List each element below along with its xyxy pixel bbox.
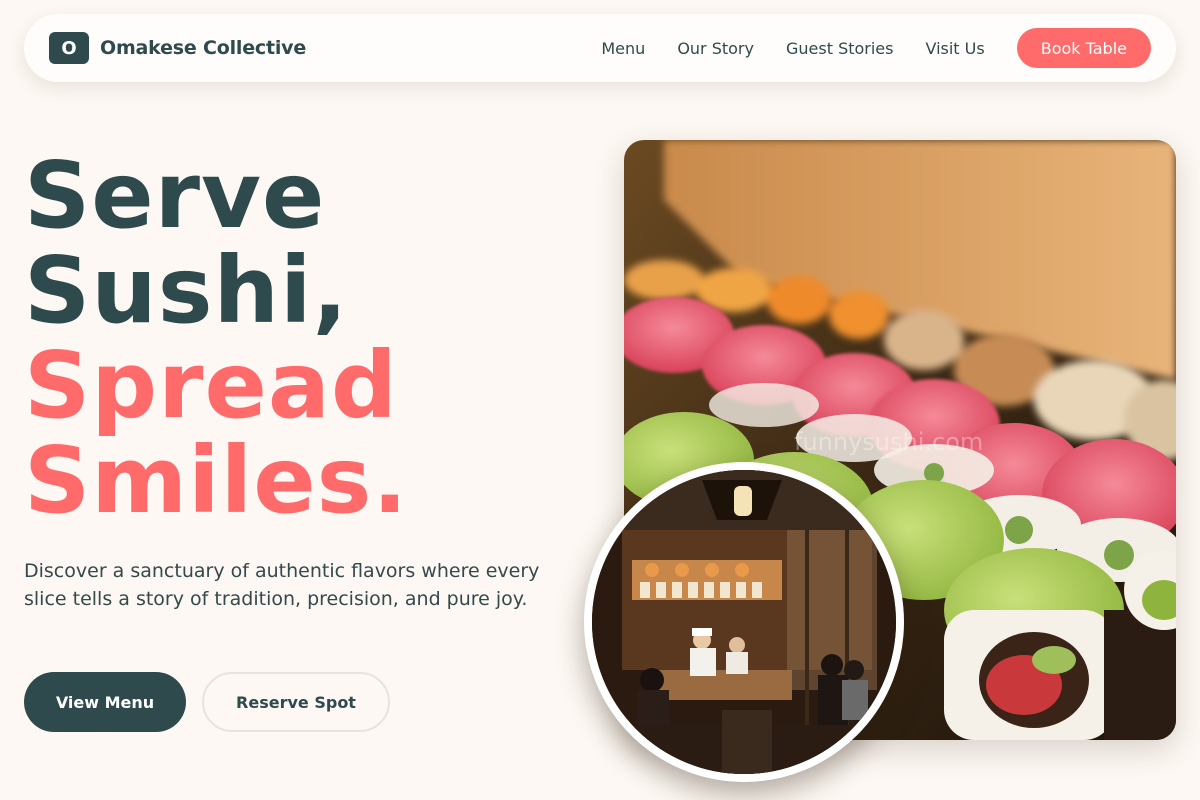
nav-link-guest-stories[interactable]: Guest Stories xyxy=(786,39,894,58)
headline-line-1: Serve xyxy=(24,142,326,249)
restaurant-illustration xyxy=(592,470,896,774)
logo-icon[interactable]: O xyxy=(49,32,89,64)
headline-line-4: Smiles. xyxy=(24,427,409,534)
watermark-text: funnysushi.com xyxy=(794,428,983,456)
hero-headline: Serve Sushi, Spread Smiles. xyxy=(24,148,408,528)
nav-links: Menu Our Story Guest Stories Visit Us Bo… xyxy=(601,28,1151,68)
nav-link-our-story[interactable]: Our Story xyxy=(677,39,754,58)
view-menu-button[interactable]: View Menu xyxy=(24,672,186,732)
brand-name[interactable]: Omakese Collective xyxy=(100,37,306,59)
hero-description: Discover a sanctuary of authentic flavor… xyxy=(24,560,540,610)
restaurant-interior-image xyxy=(584,462,904,782)
headline-line-3: Spread xyxy=(24,332,398,439)
reserve-spot-button[interactable]: Reserve Spot xyxy=(202,672,390,732)
book-table-button[interactable]: Book Table xyxy=(1016,28,1151,68)
nav-link-visit-us[interactable]: Visit Us xyxy=(925,39,984,58)
headline-line-2: Sushi, xyxy=(24,237,349,344)
navbar: O Omakese Collective Menu Our Story Gues… xyxy=(24,14,1176,82)
nav-link-menu[interactable]: Menu xyxy=(601,39,645,58)
